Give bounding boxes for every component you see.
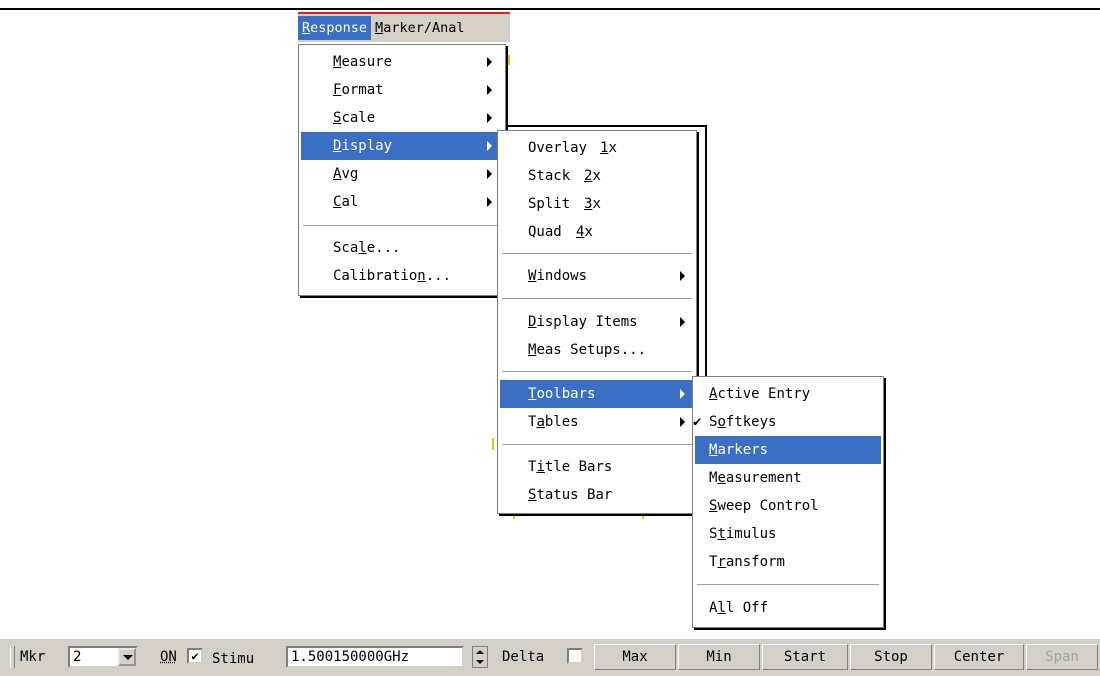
menu-response[interactable]: Response <box>298 16 371 40</box>
menu-marker-analysis[interactable]: Marker/Anal <box>371 16 468 40</box>
menu-separator <box>303 225 501 227</box>
submenu-arrow-icon <box>487 85 492 95</box>
trace-marker-tick <box>492 438 494 450</box>
menu-separator <box>502 444 692 446</box>
marker-on-label: ON <box>160 645 177 669</box>
stop-button[interactable]: Stop <box>850 644 932 670</box>
min-button[interactable]: Min <box>678 644 760 670</box>
submenu-arrow-icon <box>487 57 492 67</box>
menu-item-measure[interactable]: Measure <box>301 48 503 76</box>
stimulus-label: Stimu <box>212 647 254 671</box>
menu-item-stack[interactable]: Stack 2x <box>500 162 694 190</box>
menu-item-cal[interactable]: Cal <box>301 188 503 216</box>
menu-item-softkeys[interactable]: ✔ Softkeys <box>695 408 881 436</box>
menu-separator <box>502 298 692 300</box>
menu-item-sweep-control[interactable]: Sweep Control <box>695 492 881 520</box>
menu-item-meas-setups[interactable]: Meas Setups... <box>500 336 694 364</box>
submenu-arrow-icon <box>680 271 685 281</box>
menu-separator <box>502 371 692 373</box>
menu-item-stimulus[interactable]: Stimulus <box>695 520 881 548</box>
start-button[interactable]: Start <box>762 644 848 670</box>
menu-item-all-off[interactable]: All Off <box>695 594 881 622</box>
menu-item-tables[interactable]: Tables <box>500 408 694 436</box>
menu-item-toolbars[interactable]: Toolbars <box>500 380 694 408</box>
menu-item-status-bar[interactable]: Status Bar <box>500 481 694 509</box>
menu-item-overlay[interactable]: Overlay 1x <box>500 134 694 162</box>
menu-item-calibration[interactable]: Calibration... <box>301 262 503 290</box>
menu-item-display[interactable]: Display <box>301 132 503 160</box>
stimulus-value: 1.500150000GHz <box>291 649 409 665</box>
marker-toolbar: Mkr 2 ON ✔ Stimu 1.500150000GHz Delta Ma… <box>0 638 1100 676</box>
mkr-label: Mkr <box>20 645 45 669</box>
toolbars-submenu: Active Entry ✔ Softkeys Markers Measurem… <box>692 376 884 628</box>
menu-separator <box>697 584 879 586</box>
marker-on-checkbox[interactable]: ✔ <box>187 648 203 664</box>
menu-item-split[interactable]: Split 3x <box>500 190 694 218</box>
stimulus-input[interactable]: 1.500150000GHz <box>286 646 464 668</box>
menu-item-display-items[interactable]: Display Items <box>500 308 694 336</box>
menu-separator <box>502 253 692 255</box>
menu-item-windows[interactable]: Windows <box>500 262 694 290</box>
window-top-border <box>0 8 1100 10</box>
submenu-arrow-icon <box>487 113 492 123</box>
span-button[interactable]: Span <box>1026 644 1098 670</box>
menu-bar: Response Marker/Anal <box>298 12 510 42</box>
display-submenu: Overlay 1x Stack 2x Split 3x Quad 4x Win… <box>497 130 697 514</box>
menu-item-format[interactable]: Format <box>301 76 503 104</box>
menu-item-scale-dialog[interactable]: Scale... <box>301 234 503 262</box>
submenu-arrow-icon <box>680 417 685 427</box>
menu-item-markers[interactable]: Markers <box>695 436 881 464</box>
submenu-arrow-icon <box>487 141 492 151</box>
menu-item-transform[interactable]: Transform <box>695 548 881 576</box>
submenu-arrow-icon <box>680 317 685 327</box>
menu-item-avg[interactable]: Avg <box>301 160 503 188</box>
delta-checkbox[interactable] <box>567 648 583 664</box>
marker-select-value: 2 <box>73 649 81 665</box>
menu-item-title-bars[interactable]: Title Bars <box>500 453 694 481</box>
stimulus-spinner[interactable] <box>472 646 488 668</box>
menu-item-quad[interactable]: Quad 4x <box>500 218 694 246</box>
submenu-arrow-icon <box>487 169 492 179</box>
submenu-arrow-icon <box>680 389 685 399</box>
center-button[interactable]: Center <box>934 644 1024 670</box>
response-menu: Measure Format Scale Display Avg Cal Sca… <box>298 44 506 296</box>
chevron-down-icon[interactable] <box>118 648 136 666</box>
submenu-arrow-icon <box>487 197 492 207</box>
checkmark-icon: ✔ <box>693 408 701 436</box>
menu-item-measurement[interactable]: Measurement <box>695 464 881 492</box>
delta-label: Delta <box>502 645 544 669</box>
max-button[interactable]: Max <box>594 644 676 670</box>
trace-marker-tick <box>508 55 510 65</box>
toolbar-grip[interactable] <box>10 646 15 668</box>
menu-item-scale[interactable]: Scale <box>301 104 503 132</box>
menu-item-active-entry[interactable]: Active Entry <box>695 380 881 408</box>
